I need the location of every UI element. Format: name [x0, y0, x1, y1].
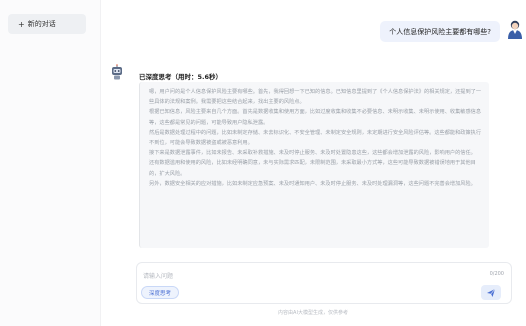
- answer-paragraph: 嗯，用户问的是个人信息保护风险主要有哪些。首先，我得回想一下已知的信息。已知信息…: [149, 89, 482, 106]
- user-message-text: 个人信息保护风险主要都有哪些?: [389, 27, 491, 36]
- answer-paragraph: 还有数据滥用和使用的风险，比如未经明确同意，未与实际需求匹配，未限制范围，未采取…: [149, 160, 476, 177]
- message-input-placeholder[interactable]: 请输入问题: [143, 271, 173, 280]
- new-chat-label: 新的对话: [27, 20, 56, 28]
- user-message: 个人信息保护风险主要都有哪些?: [380, 21, 500, 42]
- thinking-status-title: 已深度思考（用时：5.6秒）: [139, 73, 223, 81]
- answer-paragraph: 根据已知信息，风险主要来自几个方面。首先是数据收集和使用方面，比如过度收集和收集…: [149, 109, 482, 126]
- robot-avatar-icon: [112, 64, 122, 80]
- answer-paragraph: 然后是数据处理过程中的问题，比如未制定存储、未去标识化、不安全管理、未制定安全规…: [149, 129, 482, 147]
- answer-paragraph: 接下来是数据泄露事件，比如未报告、未采取补救措施、未及时停止服务、未及时处置隐患…: [149, 150, 476, 157]
- sidebar-divider: [100, 0, 101, 326]
- chat-app: + 新的对话 个人信息保护风险主要都有哪些? 已深度思考（用时：5.6秒） 嗯，…: [0, 0, 526, 326]
- send-button[interactable]: [481, 285, 501, 300]
- send-icon: [487, 288, 496, 297]
- deep-think-toggle[interactable]: 深度思考: [141, 286, 180, 299]
- user-avatar-icon: [508, 20, 522, 39]
- assistant-answer: 嗯，用户问的是个人信息保护风险主要有哪些。首先，我得回想一下已知的信息。已知信息…: [139, 82, 489, 248]
- message-composer[interactable]: 请输入问题 0/200 深度思考: [136, 262, 512, 304]
- deep-think-label: 深度思考: [149, 290, 172, 297]
- new-chat-button[interactable]: + 新的对话: [8, 14, 86, 34]
- char-counter: 0/200: [489, 271, 504, 277]
- disclaimer-note: 内容由AI大模型生成，仅供参考: [278, 310, 348, 316]
- answer-paragraph: 另外，数据安全相关的应对措施，比如未制定应急预案、未及时通知用户、未及时停止服务…: [149, 180, 476, 187]
- sidebar: + 新的对话: [0, 0, 100, 326]
- plus-icon: +: [18, 19, 25, 29]
